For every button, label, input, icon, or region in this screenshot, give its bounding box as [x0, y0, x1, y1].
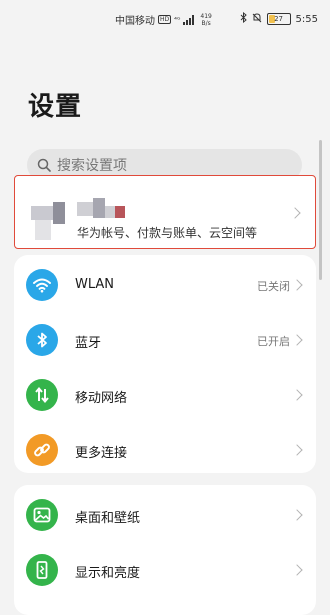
- status-bar: 中国移动 HD ⁴ᴳ 419 B/s 27 5:55: [0, 0, 330, 40]
- list-item-bluetooth[interactable]: 蓝牙 已开启: [14, 313, 316, 367]
- network-card: WLAN 已关闭 蓝牙 已开启 移动网络 更多连接: [14, 255, 316, 473]
- chevron-right-icon: [291, 564, 303, 576]
- network-speed: 419 B/s: [200, 13, 211, 27]
- search-icon: [37, 158, 51, 172]
- item-label: WLAN: [75, 277, 115, 292]
- account-card[interactable]: 华为帐号、付款与账单、云空间等: [14, 175, 316, 249]
- item-label: 更多连接: [75, 446, 128, 461]
- chevron-right-icon: [291, 509, 303, 521]
- speed-unit: B/s: [201, 19, 211, 27]
- status-bar-right: 27 5:55: [240, 11, 318, 26]
- list-item-display-brightness[interactable]: 显示和亮度: [14, 543, 316, 597]
- bluetooth-status-icon: [240, 11, 247, 26]
- link-icon: [26, 434, 58, 466]
- chevron-right-icon: [291, 389, 303, 401]
- account-subtitle: 华为帐号、付款与账单、云空间等: [77, 226, 258, 240]
- carrier-name: 中国移动: [115, 16, 155, 27]
- speed-value: 419: [200, 12, 212, 20]
- bluetooth-icon: [26, 324, 58, 356]
- battery-icon: 27: [266, 13, 291, 25]
- mobile-data-icon: [26, 379, 58, 411]
- wifi-icon: [26, 269, 58, 301]
- item-label: 移动网络: [75, 391, 128, 406]
- display-icon: [26, 554, 58, 586]
- list-item-wlan[interactable]: WLAN 已关闭: [14, 258, 316, 312]
- item-status: 已开启: [257, 335, 290, 348]
- status-bar-left: 中国移动 HD ⁴ᴳ 419 B/s: [115, 12, 212, 28]
- page-title: 设置: [28, 92, 83, 122]
- scrollbar[interactable]: [319, 140, 322, 280]
- wallpaper-icon: [26, 499, 58, 531]
- list-item-mobile-network[interactable]: 移动网络: [14, 368, 316, 422]
- signal-bars-icon: [183, 14, 195, 25]
- item-label: 蓝牙: [75, 336, 102, 351]
- hd-badge: HD: [158, 15, 172, 24]
- item-label: 桌面和壁纸: [75, 511, 141, 526]
- battery-level: 27: [274, 15, 283, 23]
- signal-icon: ⁴ᴳ: [174, 15, 181, 24]
- item-status: 已关闭: [257, 280, 290, 293]
- list-item-more-connections[interactable]: 更多连接: [14, 423, 316, 473]
- item-label: 显示和亮度: [75, 566, 141, 581]
- chevron-right-icon: [291, 279, 303, 291]
- list-item-wallpaper[interactable]: 桌面和壁纸: [14, 488, 316, 542]
- chevron-right-icon: [291, 444, 303, 456]
- display-card: 桌面和壁纸 显示和亮度: [14, 485, 316, 615]
- search-placeholder: 搜索设置项: [57, 158, 127, 174]
- chevron-right-icon: [291, 334, 303, 346]
- chevron-right-icon: [289, 207, 301, 219]
- clock: 5:55: [295, 13, 318, 25]
- mute-icon: [252, 12, 262, 26]
